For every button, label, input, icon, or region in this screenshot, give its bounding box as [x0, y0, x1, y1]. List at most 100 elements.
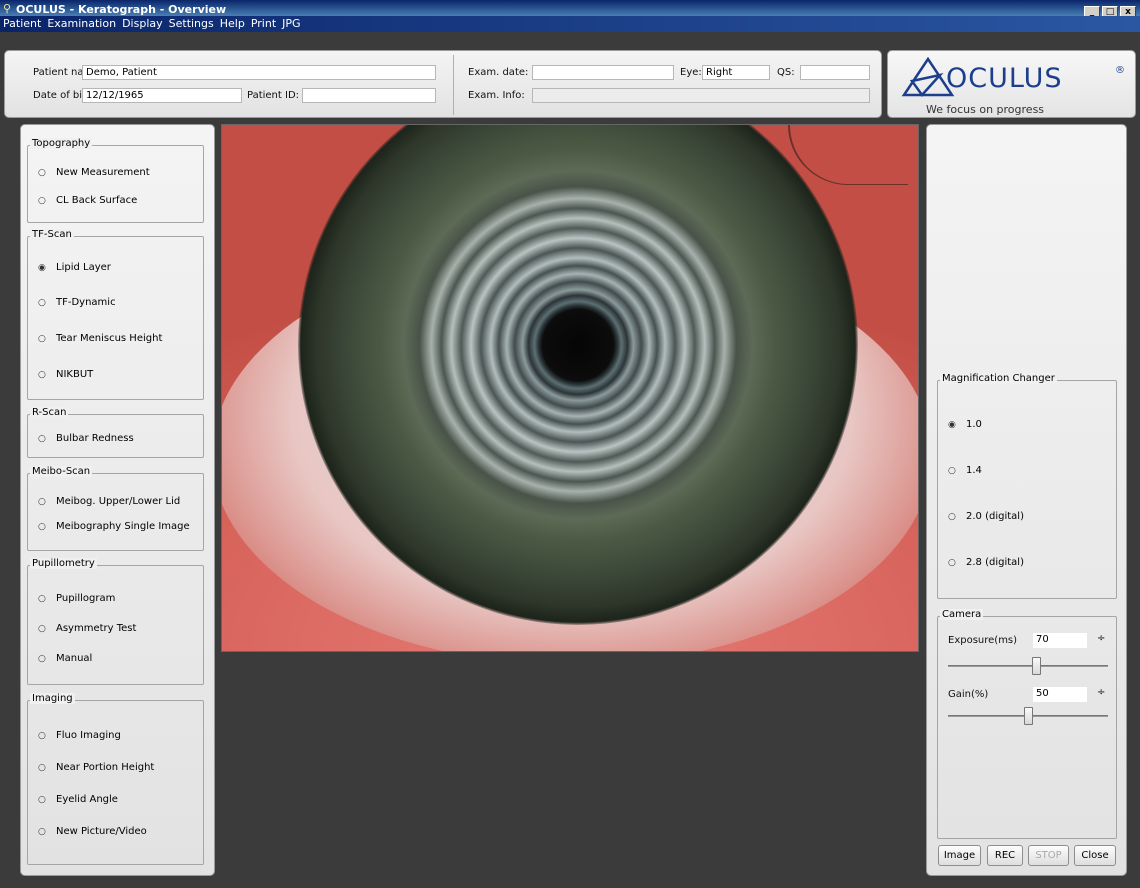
gain-field[interactable]: 50 — [1033, 687, 1087, 702]
qs-field[interactable] — [800, 65, 870, 80]
stop-button[interactable]: STOP — [1028, 845, 1069, 866]
radio-label: TF-Dynamic — [56, 297, 116, 308]
eye-field[interactable]: Right — [702, 65, 770, 80]
logo-tagline: We focus on progress — [926, 103, 1045, 116]
radio-label: New Picture/Video — [56, 826, 147, 837]
menu-examination[interactable]: Examination — [44, 16, 119, 32]
exam-date-field[interactable] — [532, 65, 674, 80]
patient-id-label: Patient ID: — [247, 90, 300, 101]
menu-print[interactable]: Print — [248, 16, 279, 32]
menu-help[interactable]: Help — [217, 16, 248, 32]
radio-label: 1.4 — [966, 465, 982, 476]
radio-unselected-icon: ○ — [38, 369, 46, 380]
radio-label: Tear Meniscus Height — [56, 333, 163, 344]
tf-scan-title: TF-Scan — [30, 229, 74, 240]
radio-label: Bulbar Redness — [56, 433, 134, 444]
radio-selected-icon: ◉ — [38, 262, 46, 273]
close-button[interactable]: Close — [1074, 845, 1116, 866]
eyelashes-image — [788, 125, 908, 185]
radio-bulbar-redness[interactable]: ○ Bulbar Redness — [38, 433, 134, 444]
exam-date-label: Exam. date: — [468, 67, 529, 78]
radio-label: Near Portion Height — [56, 762, 155, 773]
exposure-slider-thumb[interactable] — [1032, 657, 1041, 675]
menu-bar: Patient Examination Display Settings Hel… — [0, 16, 1140, 32]
menu-settings[interactable]: Settings — [166, 16, 217, 32]
radio-label: Meibography Single Image — [56, 521, 190, 532]
radio-unselected-icon: ○ — [38, 593, 46, 604]
radio-unselected-icon: ○ — [38, 794, 46, 805]
r-scan-title: R-Scan — [30, 407, 69, 418]
patient-name-field[interactable]: Demo, Patient — [82, 65, 436, 80]
radio-selected-icon: ◉ — [948, 419, 956, 430]
imaging-title: Imaging — [30, 693, 75, 704]
radio-unselected-icon: ○ — [38, 496, 46, 507]
radio-new-picture-video[interactable]: ○ New Picture/Video — [38, 826, 147, 837]
radio-unselected-icon: ○ — [38, 623, 46, 634]
qs-label: QS: — [777, 67, 795, 78]
radio-unselected-icon: ○ — [38, 297, 46, 308]
radio-label: Manual — [56, 653, 93, 664]
menu-patient[interactable]: Patient — [0, 16, 44, 32]
logo-brand: OCULUS — [946, 63, 1063, 94]
exposure-field[interactable]: 70 — [1033, 633, 1087, 648]
tf-scan-group: TF-Scan ◉ Lipid Layer ○ TF-Dynamic ○ Tear M… — [27, 229, 204, 400]
radio-eyelid-angle[interactable]: ○ Eyelid Angle — [38, 794, 118, 805]
radio-label: Pupillogram — [56, 593, 116, 604]
topography-group: Topography ○ New Measurement ○ CL Back Sur… — [27, 138, 204, 223]
meibo-scan-title: Meibo-Scan — [30, 466, 93, 477]
oculus-logo: OCULUS ® We focus on progress — [887, 50, 1136, 118]
menu-jpg[interactable]: JPG — [279, 16, 303, 32]
radio-new-measurement[interactable]: ○ New Measurement — [38, 167, 150, 178]
radio-cl-back-surface[interactable]: ○ CL Back Surface — [38, 195, 137, 206]
radio-unselected-icon: ○ — [38, 195, 46, 206]
imaging-group: Imaging ○ Fluo Imaging ○ Near Portion Heig… — [27, 693, 204, 865]
pupillometry-group: Pupillometry ○ Pupillogram ○ Asymmetry Tes… — [27, 558, 204, 685]
rec-button[interactable]: REC — [987, 845, 1023, 866]
radio-label: CL Back Surface — [56, 195, 138, 206]
patient-id-field[interactable] — [302, 88, 436, 103]
window-title: OCULUS - Keratograph - Overview — [16, 3, 227, 16]
menu-display[interactable]: Display — [119, 16, 166, 32]
radio-meibog-upper-lower[interactable]: ○ Meibog. Upper/Lower Lid — [38, 496, 180, 507]
spinbox-arrows-icon[interactable]: ÷ — [1097, 633, 1105, 644]
exposure-label: Exposure(ms) — [948, 635, 1018, 646]
radio-unselected-icon: ○ — [38, 653, 46, 664]
radio-mag-2-0[interactable]: ○ 2.0 (digital) — [948, 511, 1024, 522]
radio-label: 1.0 — [966, 419, 982, 430]
radio-asymmetry-test[interactable]: ○ Asymmetry Test — [38, 623, 136, 634]
radio-unselected-icon: ○ — [38, 762, 46, 773]
radio-tear-meniscus-height[interactable]: ○ Tear Meniscus Height — [38, 333, 162, 344]
radio-mag-1-4[interactable]: ○ 1.4 — [948, 465, 982, 476]
radio-mag-1-0[interactable]: ◉ 1.0 — [948, 419, 982, 430]
radio-unselected-icon: ○ — [38, 333, 46, 344]
eye-camera-image[interactable] — [221, 124, 919, 652]
radio-label: 2.0 (digital) — [966, 511, 1024, 522]
right-panel: Magnification Changer ◉ 1.0 ○ 1.4 ○ 2.0 (di… — [926, 124, 1127, 876]
radio-mag-2-8[interactable]: ○ 2.8 (digital) — [948, 557, 1024, 568]
exposure-slider[interactable] — [948, 665, 1108, 667]
logo-registered: ® — [1115, 65, 1125, 76]
image-button[interactable]: Image — [938, 845, 981, 866]
radio-near-portion-height[interactable]: ○ Near Portion Height — [38, 762, 154, 773]
radio-manual[interactable]: ○ Manual — [38, 653, 92, 664]
radio-label: Fluo Imaging — [56, 730, 121, 741]
radio-unselected-icon: ○ — [948, 465, 956, 476]
radio-lipid-layer[interactable]: ◉ Lipid Layer — [38, 262, 111, 273]
r-scan-group: R-Scan ○ Bulbar Redness — [27, 407, 204, 458]
radio-tf-dynamic[interactable]: ○ TF-Dynamic — [38, 297, 116, 308]
radio-label: Lipid Layer — [56, 262, 111, 273]
radio-fluo-imaging[interactable]: ○ Fluo Imaging — [38, 730, 121, 741]
radio-pupillogram[interactable]: ○ Pupillogram — [38, 593, 115, 604]
exam-info-field[interactable] — [532, 88, 870, 103]
radio-nikbut[interactable]: ○ NIKBUT — [38, 369, 93, 380]
spinbox-arrows-icon[interactable]: ÷ — [1097, 687, 1105, 698]
topography-title: Topography — [30, 138, 93, 149]
left-panel: Topography ○ New Measurement ○ CL Back Sur… — [20, 124, 215, 876]
radio-unselected-icon: ○ — [38, 730, 46, 741]
radio-unselected-icon: ○ — [38, 521, 46, 532]
radio-label: New Measurement — [56, 167, 150, 178]
gain-slider-thumb[interactable] — [1024, 707, 1033, 725]
eye-label: Eye: — [680, 67, 702, 78]
radio-meibography-single[interactable]: ○ Meibography Single Image — [38, 521, 190, 532]
dob-field[interactable]: 12/12/1965 — [82, 88, 242, 103]
